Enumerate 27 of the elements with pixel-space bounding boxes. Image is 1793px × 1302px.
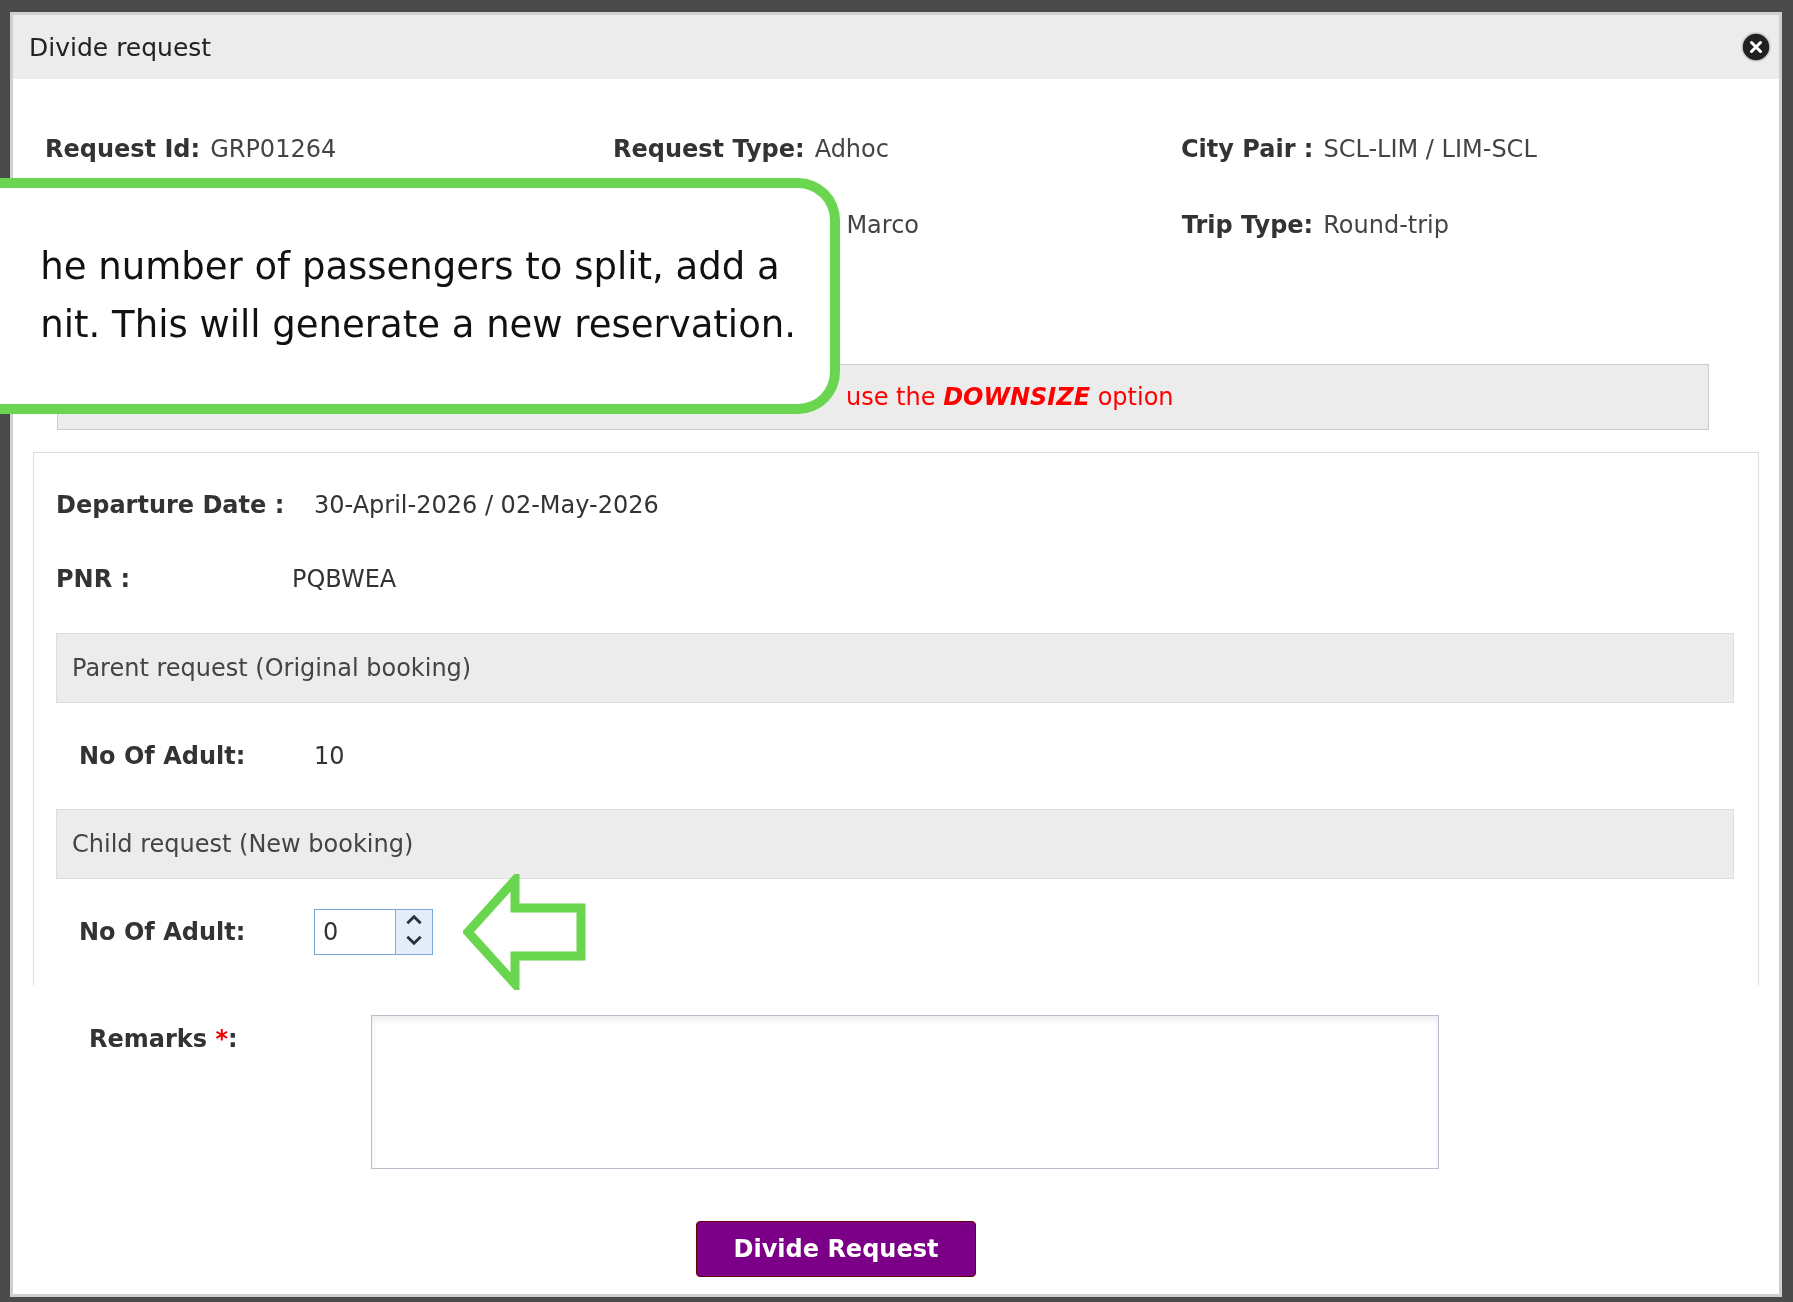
section-title: Parent request (Original booking) (72, 654, 472, 682)
remarks-label: Remarks *: (89, 1024, 239, 1055)
field-value: Marco (846, 211, 919, 239)
field-label: Departure Date : (56, 491, 286, 519)
field-label: City Pair : (1181, 135, 1314, 163)
field-label: No Of Adult: (79, 742, 247, 770)
field-value: SCL-LIM / LIM-SCL (1323, 135, 1537, 163)
section-title: Child request (New booking) (72, 830, 414, 858)
close-icon[interactable] (1741, 32, 1771, 62)
field-label: No Of Adult: (79, 918, 247, 946)
field-value: GRP01264 (210, 135, 337, 163)
field-value: PQBWEA (292, 565, 397, 593)
field-value: Round-trip (1323, 211, 1449, 239)
dialog-title: Divide request (29, 32, 212, 62)
field-value: 10 (314, 742, 345, 770)
field-value: 30-April-2026 / 02-May-2026 (314, 491, 659, 519)
field-value: Adhoc (814, 135, 889, 163)
field-label: Request Type: (613, 135, 805, 163)
pointer-arrow-icon (463, 874, 587, 990)
note-text: use the DOWNSIZE option (846, 383, 1174, 411)
field-label: Trip Type: (1181, 211, 1314, 239)
callout-text: he number of passengers to split, add a nit. This will generate a new reservation. (40, 244, 796, 348)
number-spinner[interactable]: 0 (314, 909, 433, 955)
divide-request-button[interactable]: Divide Request (696, 1221, 976, 1277)
remarks-field[interactable] (371, 1015, 1439, 1169)
field-label: Request Id: (45, 135, 201, 163)
field-label: PNR : (56, 565, 132, 593)
